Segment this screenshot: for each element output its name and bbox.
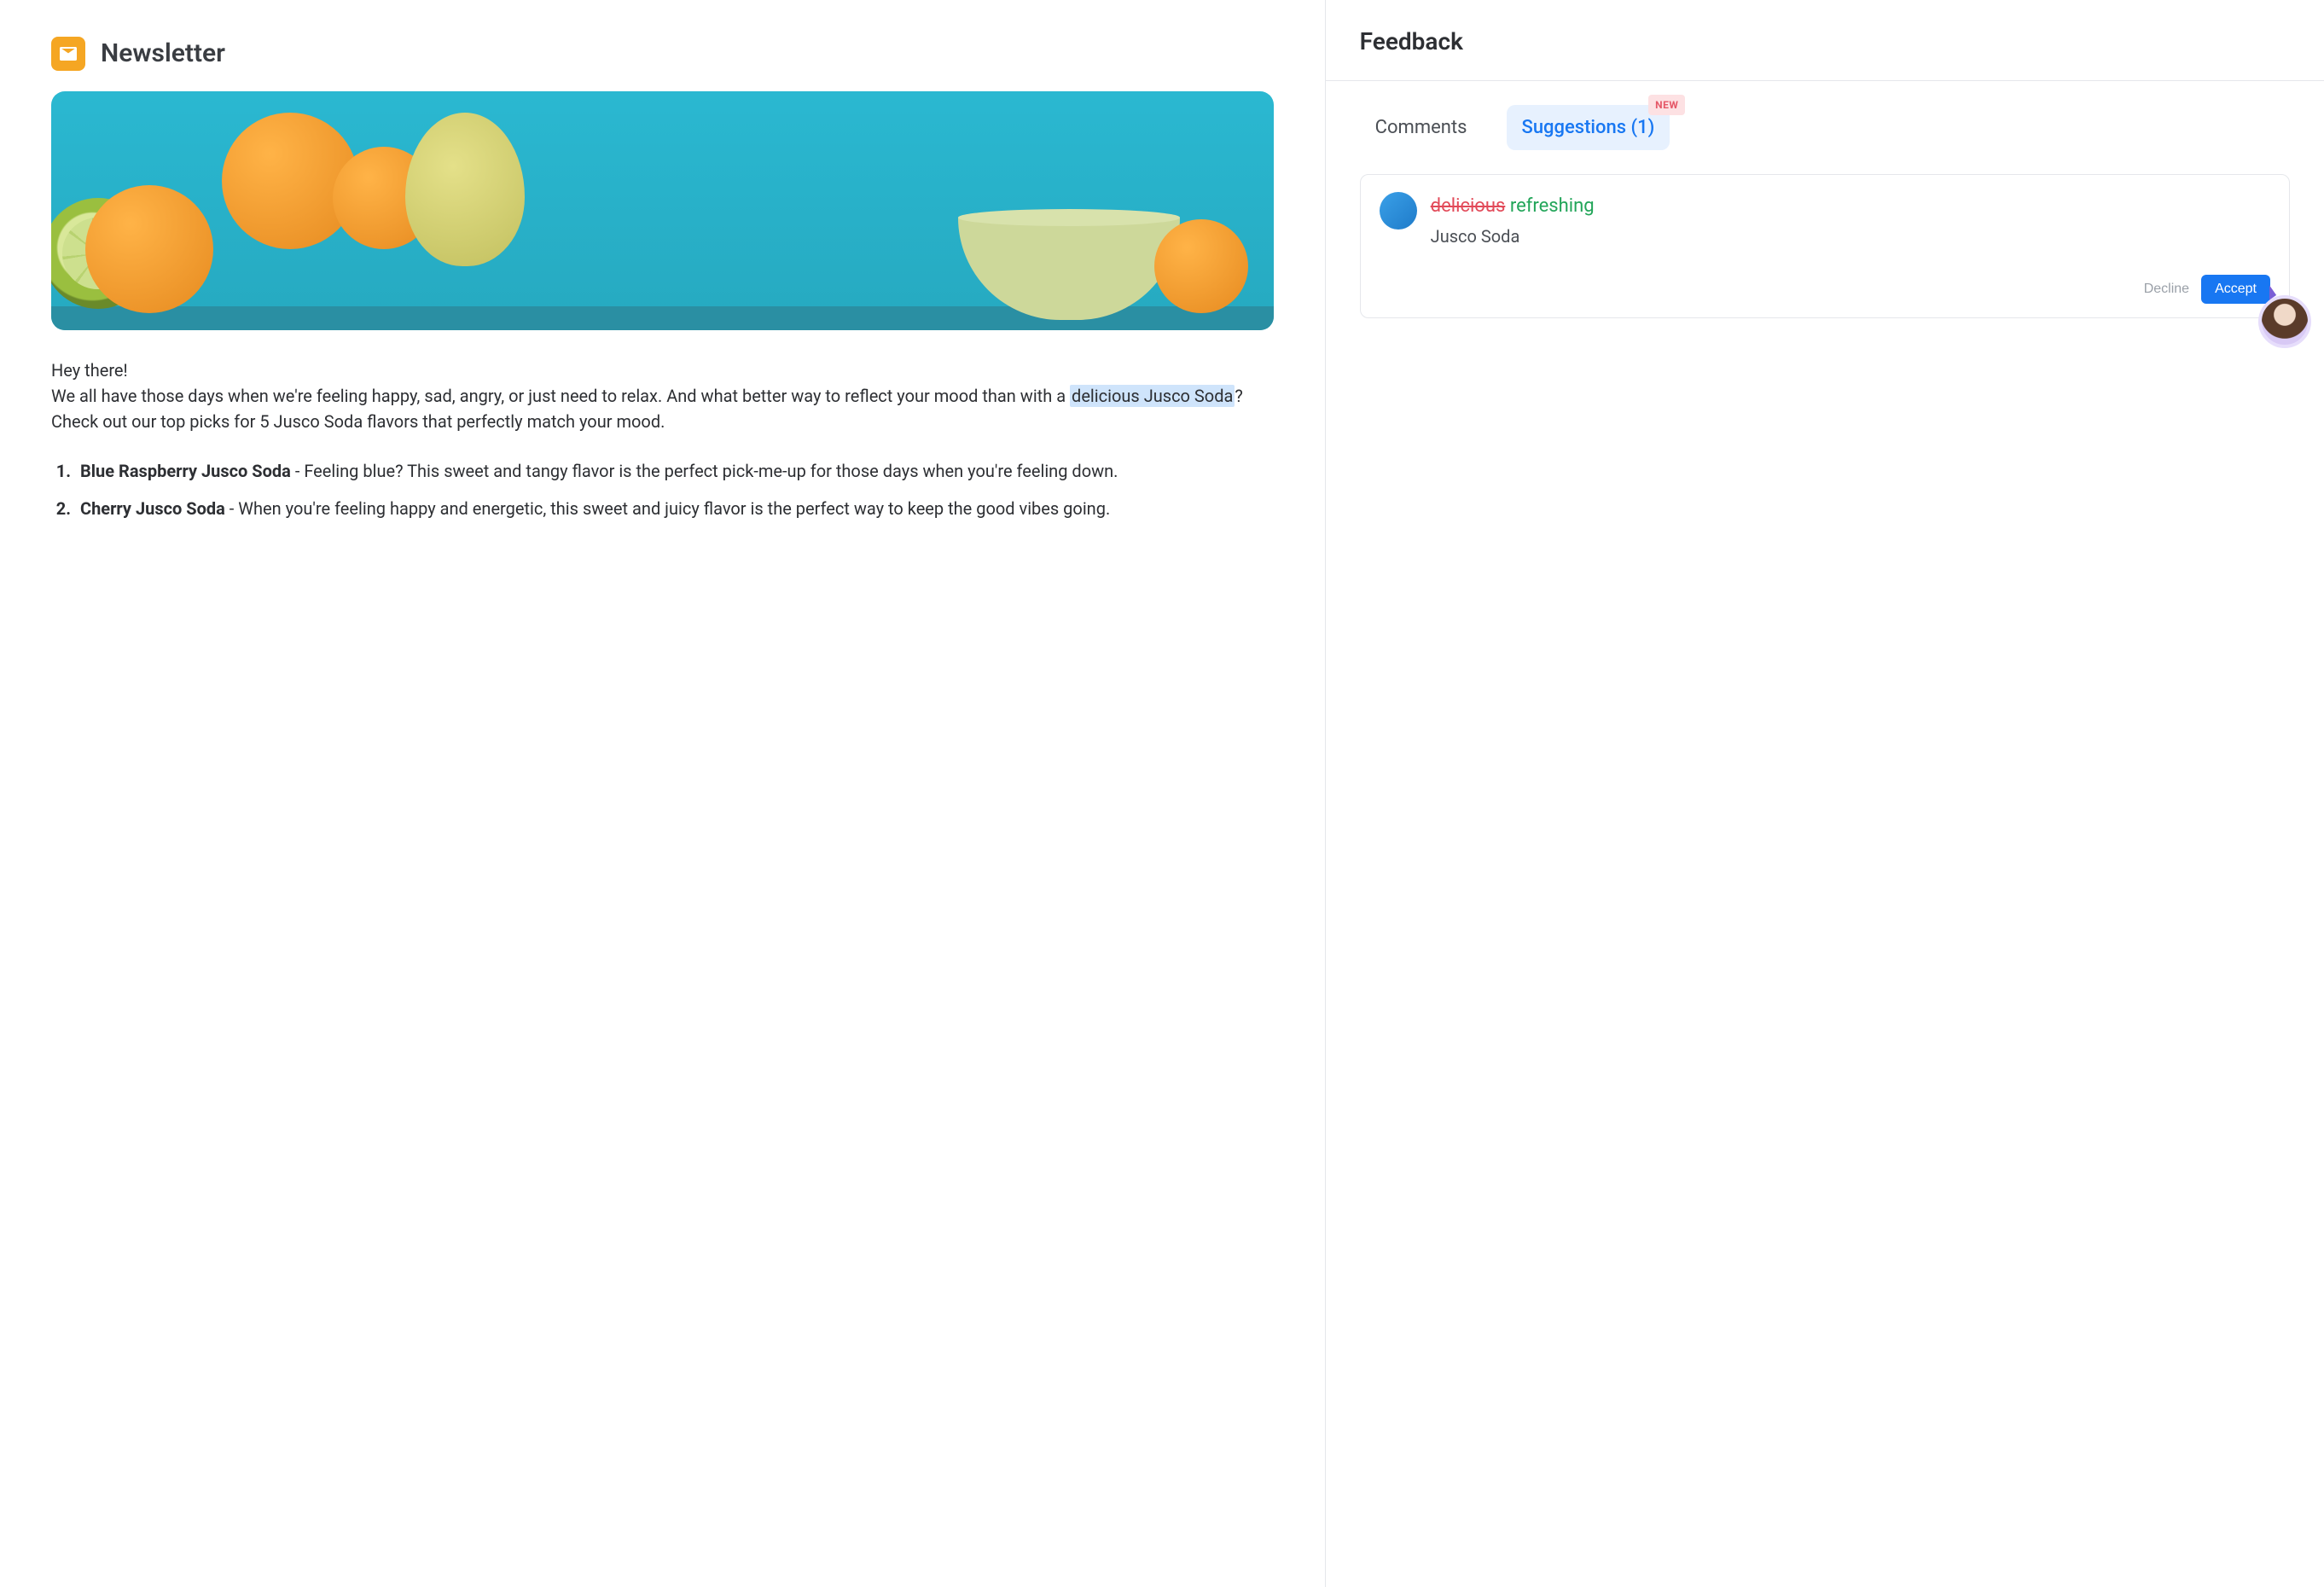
added-text: refreshing bbox=[1510, 195, 1595, 217]
hero-image bbox=[51, 91, 1274, 330]
decline-button[interactable]: Decline bbox=[2144, 282, 2189, 297]
suggestion-diff: delicious refreshing bbox=[1431, 192, 2270, 220]
pick-desc: - When you're feeling happy and energeti… bbox=[225, 498, 1110, 519]
removed-text: delicious bbox=[1431, 195, 1506, 217]
tab-comments[interactable]: Comments bbox=[1360, 105, 1483, 150]
feedback-panel: Feedback Comments Suggestions (1) NEW de… bbox=[1325, 0, 2324, 1587]
feedback-header: Feedback bbox=[1326, 0, 2324, 81]
suggestion-actions: Decline Accept bbox=[1380, 275, 2270, 304]
list-item[interactable]: Blue Raspberry Jusco Soda - Feeling blue… bbox=[75, 458, 1274, 484]
pick-name: Blue Raspberry Jusco Soda bbox=[80, 461, 291, 481]
document-editor: Newsletter Hey there! We all have those … bbox=[0, 0, 1325, 1587]
page-title: Newsletter bbox=[101, 34, 225, 73]
document-title-row: Newsletter bbox=[51, 34, 1274, 73]
app-root: Newsletter Hey there! We all have those … bbox=[0, 0, 2324, 1587]
greeting-text: Hey there! bbox=[51, 360, 128, 381]
tab-suggestions-label: Suggestions (1) bbox=[1522, 117, 1655, 138]
pick-name: Cherry Jusco Soda bbox=[80, 498, 225, 519]
collaborator-cursor bbox=[2258, 287, 2311, 348]
feedback-tabs: Comments Suggestions (1) NEW bbox=[1360, 105, 2290, 150]
pick-desc: - Feeling blue? This sweet and tangy fla… bbox=[291, 461, 1118, 481]
feedback-title: Feedback bbox=[1360, 24, 2290, 60]
picks-list: Blue Raspberry Jusco Soda - Feeling blue… bbox=[51, 458, 1274, 521]
avatar bbox=[1380, 192, 1417, 230]
mail-icon bbox=[51, 37, 85, 71]
tab-suggestions[interactable]: Suggestions (1) NEW bbox=[1507, 105, 1670, 150]
suggestion-card[interactable]: delicious refreshing Jusco Soda Decline … bbox=[1360, 174, 2290, 318]
intro-text-before: We all have those days when we're feelin… bbox=[51, 386, 1070, 406]
highlighted-phrase[interactable]: delicious Jusco Soda bbox=[1070, 385, 1235, 407]
suggestion-context: Jusco Soda bbox=[1431, 224, 2270, 249]
collaborator-avatar bbox=[2258, 295, 2311, 348]
feedback-body: Comments Suggestions (1) NEW delicious r… bbox=[1326, 81, 2324, 342]
new-badge: NEW bbox=[1648, 95, 1685, 115]
body-paragraph[interactable]: Hey there! We all have those days when w… bbox=[51, 358, 1274, 434]
list-item[interactable]: Cherry Jusco Soda - When you're feeling … bbox=[75, 496, 1274, 521]
